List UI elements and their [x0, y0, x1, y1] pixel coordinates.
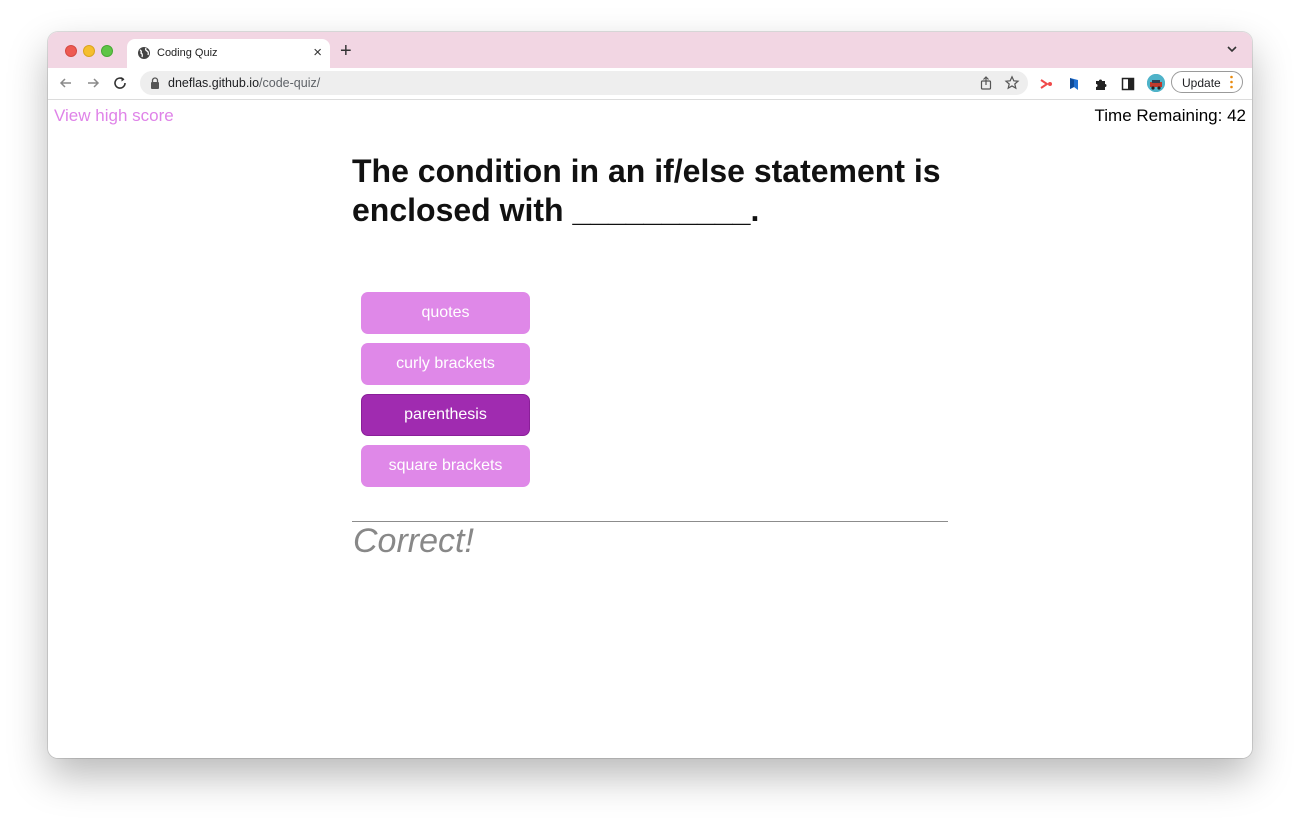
- page-content: View high score Time Remaining: 42 The c…: [48, 100, 1252, 758]
- update-button[interactable]: Update: [1171, 71, 1243, 93]
- sidebar-icon[interactable]: [1120, 76, 1136, 92]
- choice-button-square-brackets[interactable]: square brackets: [361, 445, 530, 487]
- reload-icon[interactable]: [112, 75, 128, 91]
- view-high-score-link[interactable]: View high score: [54, 106, 174, 126]
- browser-toolbar: dneflas.github.io/code-quiz/ Update: [48, 68, 1252, 100]
- kebab-menu-icon[interactable]: [1230, 75, 1233, 89]
- browser-window: Coding Quiz × + dneflas.github.io/code-q…: [48, 32, 1252, 758]
- new-tab-button[interactable]: +: [340, 41, 352, 61]
- url-host: dneflas.github.io: [168, 76, 260, 90]
- screen: Coding Quiz × + dneflas.github.io/code-q…: [0, 0, 1300, 821]
- choice-button-quotes[interactable]: quotes: [361, 292, 530, 334]
- forward-icon[interactable]: [85, 75, 101, 91]
- extension-bookmark-icon[interactable]: [1066, 76, 1082, 92]
- lock-icon: [151, 77, 159, 89]
- tab-coding-quiz[interactable]: Coding Quiz ×: [127, 39, 330, 68]
- choice-button-parenthesis[interactable]: parenthesis: [361, 394, 530, 436]
- time-remaining: Time Remaining: 42: [1094, 106, 1247, 125]
- url-path: /code-quiz/: [259, 76, 321, 90]
- share-icon[interactable]: [978, 75, 994, 91]
- close-window-button[interactable]: [65, 45, 77, 57]
- extension-red-icon[interactable]: [1038, 76, 1054, 92]
- puzzle-icon[interactable]: [1093, 76, 1109, 92]
- update-label: Update: [1182, 76, 1221, 90]
- tab-title: Coding Quiz: [157, 47, 218, 59]
- zoom-window-button[interactable]: [101, 45, 113, 57]
- address-bar[interactable]: dneflas.github.io/code-quiz/: [140, 71, 1028, 95]
- close-tab-icon[interactable]: ×: [313, 44, 322, 62]
- chevron-down-icon[interactable]: [1226, 43, 1238, 55]
- avatar[interactable]: [1147, 74, 1165, 92]
- minimize-window-button[interactable]: [83, 45, 95, 57]
- star-icon[interactable]: [1004, 75, 1020, 91]
- globe-icon: [138, 47, 150, 59]
- choice-button-curly-brackets[interactable]: curly brackets: [361, 343, 530, 385]
- question-text: The condition in an if/else statement is…: [352, 153, 941, 228]
- answer-feedback: Correct!: [353, 522, 474, 560]
- tab-strip: Coding Quiz × +: [48, 32, 1252, 68]
- back-icon[interactable]: [58, 75, 74, 91]
- avatar-image: [1147, 74, 1165, 92]
- url-text[interactable]: dneflas.github.io/code-quiz/: [168, 76, 320, 90]
